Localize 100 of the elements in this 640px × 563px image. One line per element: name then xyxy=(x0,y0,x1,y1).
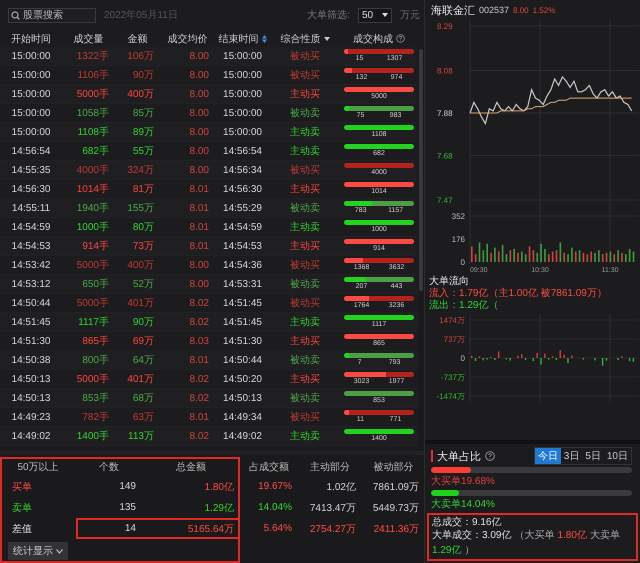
table-cell-text: 主动卖 xyxy=(289,144,321,158)
table-cell-text: 7861.09万 xyxy=(372,480,420,494)
table-cell-text: 14:51:30 xyxy=(222,336,263,346)
table-cell-text: 被动卖 xyxy=(289,202,321,215)
filter-label: 大单筛选: xyxy=(307,8,350,22)
table-cell-text: 8.01 xyxy=(188,354,210,366)
title-marker xyxy=(431,450,433,462)
axis-label: 0 xyxy=(460,354,465,363)
search-icon xyxy=(11,10,20,20)
table-cell-text: 8.00 xyxy=(188,126,210,138)
table-cell-text: 14:49:34 xyxy=(222,412,263,422)
table-cell-text: 14:51:45 xyxy=(10,316,52,328)
table-cell-text: 被动卖 xyxy=(289,354,321,367)
period-tab[interactable]: 10日 xyxy=(604,448,631,464)
column-header[interactable]: 金额 xyxy=(115,32,160,46)
column-header[interactable]: 结束时间 xyxy=(215,32,270,46)
table-cell-text: 7413.47万 xyxy=(308,502,357,516)
detail-label: （大买单 xyxy=(514,530,554,542)
ratio-label: 大买单19.68% xyxy=(431,474,496,488)
table-cell-text: 5000手 xyxy=(76,258,110,272)
table-cell-text: 15:00:00 xyxy=(222,70,263,80)
table-cell-text: 14:53:31 xyxy=(222,278,263,290)
table-cell-text: 8.01 xyxy=(188,202,210,214)
table-cell-text: 5.64% xyxy=(262,522,293,536)
table-cell-text: 1400手 xyxy=(76,430,110,443)
table-cell-text: 5000手 xyxy=(76,372,110,386)
table-cell-text: 19.67% xyxy=(257,480,293,494)
row-label: 买单 xyxy=(11,480,33,494)
column-header[interactable]: 成交构成 xyxy=(340,32,418,46)
table-cell-text: 主动买 xyxy=(289,88,321,101)
table-cell-text: 14:53:12 xyxy=(10,278,52,290)
sort-icon xyxy=(262,34,266,42)
table-cell-text: 324万 xyxy=(126,164,155,177)
table-cell-text: 90万 xyxy=(132,316,155,329)
table-cell-text: 14 xyxy=(124,522,137,536)
table-cell-text: 149 xyxy=(118,480,137,494)
table-cell-text: 15:00:00 xyxy=(222,108,263,118)
table-cell-text: 主动卖 xyxy=(289,316,321,329)
period-tab[interactable]: 3日 xyxy=(560,448,582,464)
table-cell-text: 14:50:13 xyxy=(10,392,52,404)
table-cell-text: 被动买 xyxy=(289,68,321,82)
table-cell-text: 1940手 xyxy=(76,202,110,215)
row-label: 卖单 xyxy=(11,502,33,516)
table-cell-text: 14:51:45 xyxy=(222,316,263,328)
filter-dropdown[interactable]: 50 xyxy=(358,8,392,22)
table-cell-text: 14:55:11 xyxy=(10,202,52,214)
table-cell-text: 90万 xyxy=(132,69,155,82)
table-cell-text: 5000手 xyxy=(76,296,110,310)
total-turnover: 总成交：9.16亿 xyxy=(432,517,502,529)
table-cell-text: 650手 xyxy=(81,278,110,291)
table-cell-text: 8.02 xyxy=(188,392,210,404)
big-sell-value: 1.29亿 xyxy=(432,545,462,557)
axis-label: 352 xyxy=(452,212,465,221)
table-cell-text: 15:00:00 xyxy=(10,108,52,118)
column-header: 总金额 xyxy=(175,460,207,474)
table-cell-text: 8.01 xyxy=(188,240,210,252)
table-cell-text: 8.02 xyxy=(188,298,210,308)
table-cell-text: 1322手 xyxy=(76,50,110,63)
column-header[interactable]: 成交均价 xyxy=(160,32,215,46)
table-cell-text: 主动买 xyxy=(289,182,321,196)
table-cell-text: 14:50:44 xyxy=(10,298,52,308)
column-header[interactable]: 开始时间 xyxy=(0,32,62,46)
table-cell-text: 113万 xyxy=(127,430,155,443)
table-cell-text: 800手 xyxy=(81,354,110,367)
table-cell-text: 14:54:59 xyxy=(10,222,52,232)
period-tab[interactable]: 今日 xyxy=(534,448,561,464)
table-cell-text: 69万 xyxy=(132,335,155,348)
table-cell-text: 401万 xyxy=(126,297,155,310)
table-cell-text: 81万 xyxy=(132,183,155,196)
search-field[interactable]: 股票搜索 xyxy=(8,8,96,22)
table-cell-text: 15:00:00 xyxy=(10,70,52,80)
stock-code: 002537 xyxy=(479,5,510,15)
table-cell-text: 1.29亿 xyxy=(204,502,235,516)
ratio-label: 大卖单14.04% xyxy=(431,498,496,511)
table-cell-text: 64万 xyxy=(132,354,155,367)
table-cell-text: 14:56:54 xyxy=(10,146,52,156)
table-cell-text: 14:54:53 xyxy=(10,240,52,252)
table-cell-text: 89万 xyxy=(132,126,155,139)
column-header: 主动部分 xyxy=(309,460,351,474)
table-cell-text: 8.02 xyxy=(188,374,210,384)
table-cell-text: 主动买 xyxy=(289,240,321,253)
table-cell-text: 主动卖 xyxy=(289,126,321,139)
table-cell-text: 853手 xyxy=(81,392,110,405)
period-tab[interactable]: 5日 xyxy=(582,448,604,464)
column-header[interactable]: 成交量 xyxy=(62,32,115,46)
table-cell-text: 主动卖 xyxy=(289,430,321,443)
flow-title: 大单流向 xyxy=(429,276,469,288)
table-cell-text: 85万 xyxy=(132,107,155,120)
table-cell-text: 8.00 xyxy=(188,70,210,80)
table-cell-text: 被动卖 xyxy=(289,278,321,291)
column-header[interactable]: 综合性质 xyxy=(270,32,340,46)
date-label: 2022年05月11日 xyxy=(104,9,178,22)
table-cell-text: 主动买 xyxy=(289,372,321,386)
table-cell-text: 14:56:30 xyxy=(222,184,263,194)
table-cell-text: 401万 xyxy=(126,373,155,386)
stats-display-button[interactable]: 统计显示 xyxy=(8,542,68,560)
detail-label: 大卖单 xyxy=(590,530,620,542)
table-cell-text: 15:00:00 xyxy=(222,88,263,100)
table-cell-text: 155万 xyxy=(126,202,155,215)
table-cell-text: 52万 xyxy=(132,278,155,291)
